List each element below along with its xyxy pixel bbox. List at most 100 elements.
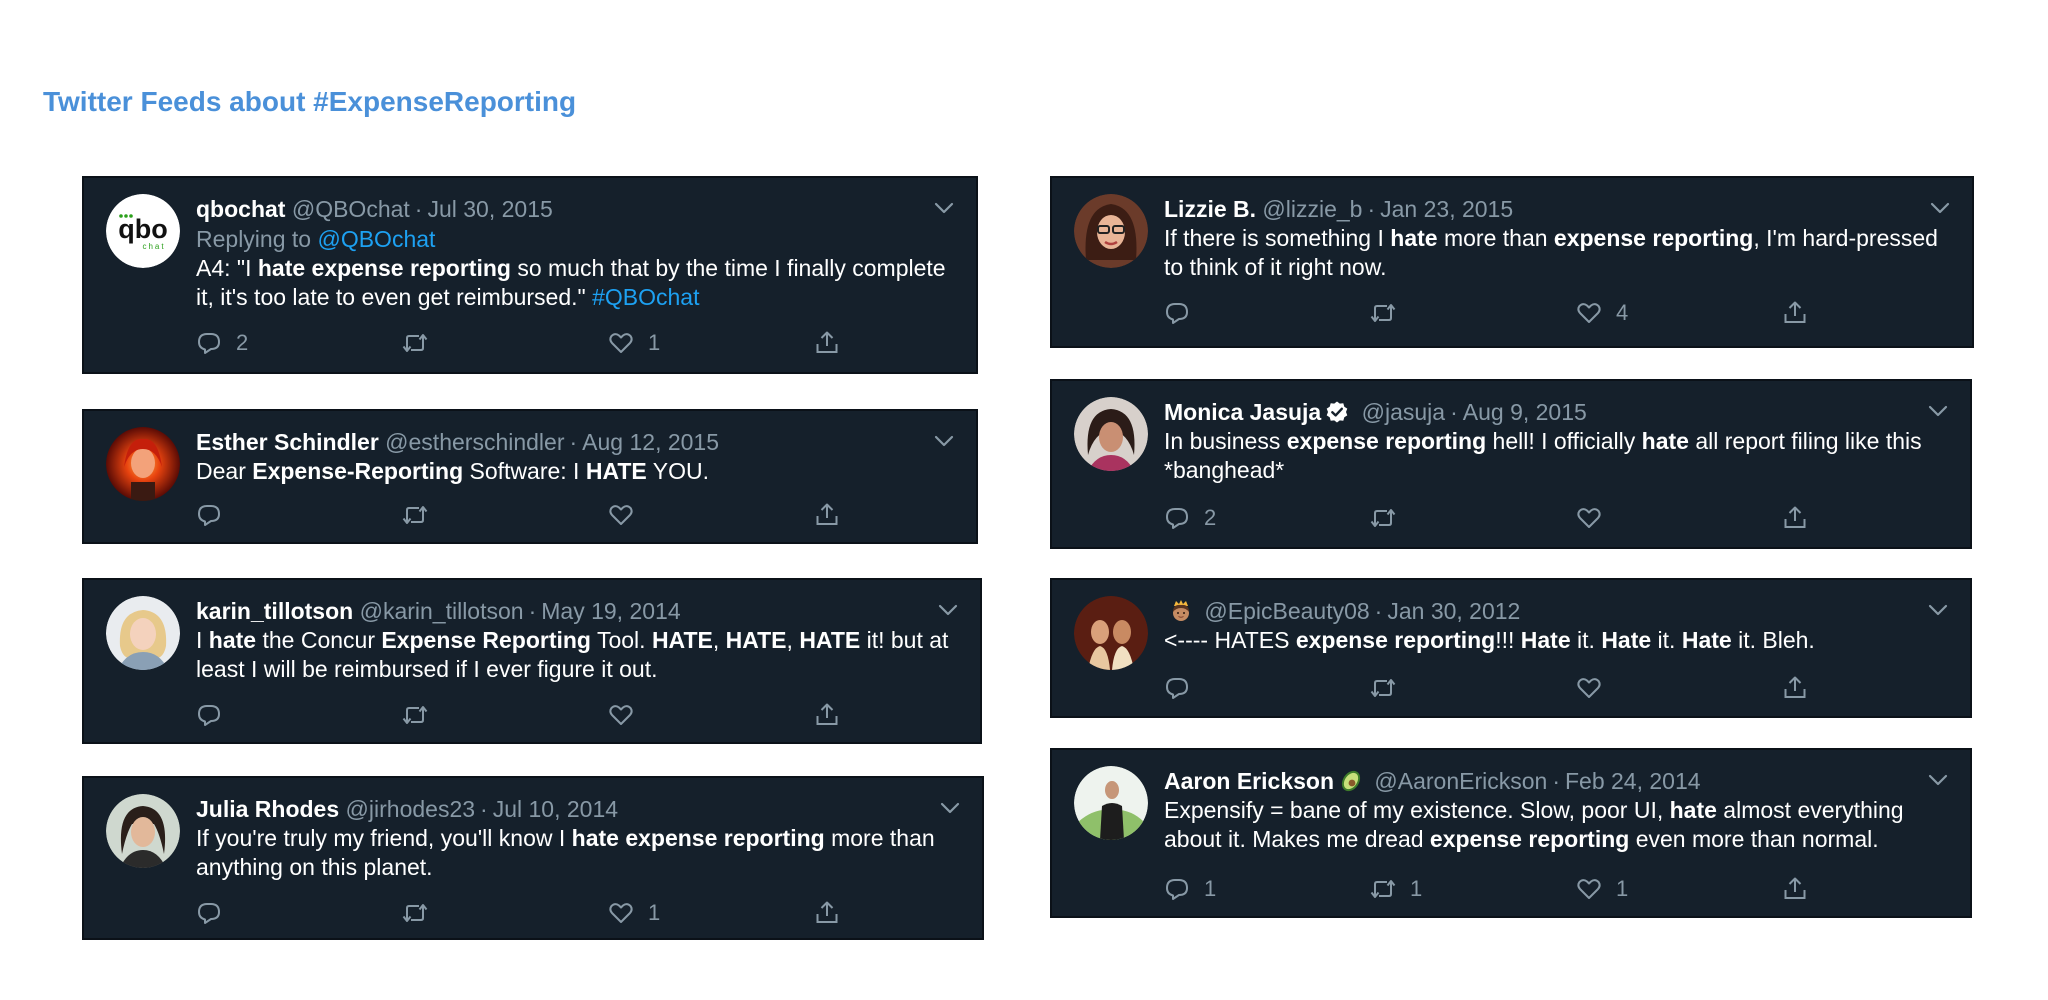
- tweet-card[interactable]: Aaron Erickson @AaronErickson · Feb 24, 20…: [1050, 748, 1972, 918]
- like-button[interactable]: [1576, 673, 1616, 703]
- avatar[interactable]: [1074, 596, 1148, 670]
- tweet-card[interactable]: @EpicBeauty08 · Jan 30, 2012 <---- HATES e…: [1050, 578, 1972, 718]
- share-button[interactable]: [814, 700, 840, 730]
- bold-text: HATE: [585, 458, 647, 484]
- retweet-button[interactable]: [402, 898, 442, 928]
- like-button[interactable]: [1576, 503, 1616, 533]
- tweet-card[interactable]: karin_tillotson @karin_tillotson · May 19,…: [82, 578, 982, 744]
- reply-button[interactable]: [196, 500, 236, 530]
- user-name[interactable]: Julia Rhodes: [196, 796, 339, 822]
- tweet-date[interactable]: May 19, 2014: [541, 598, 680, 624]
- reply-count: 2: [1204, 505, 1217, 530]
- chevron-down-icon[interactable]: [1928, 604, 1948, 616]
- retweet-button[interactable]: [402, 328, 442, 358]
- retweet-button[interactable]: [1370, 673, 1410, 703]
- user-handle[interactable]: @QBOchat: [292, 196, 410, 222]
- tweet-header: Esther Schindler @estherschindler · Aug 12…: [196, 429, 720, 455]
- avatar[interactable]: [106, 427, 180, 501]
- tweet-text: A4: "I hate expense reporting so much th…: [196, 254, 946, 312]
- reply-button[interactable]: 2: [1164, 503, 1216, 533]
- reply-button[interactable]: [1164, 673, 1204, 703]
- bold-text: expense reporting: [1286, 428, 1487, 454]
- user-name[interactable]: Lizzie B.: [1164, 196, 1256, 222]
- share-button[interactable]: [1782, 298, 1808, 328]
- share-icon: [1782, 675, 1808, 701]
- like-button[interactable]: 1: [608, 898, 660, 928]
- like-button[interactable]: 1: [1576, 874, 1628, 904]
- like-button[interactable]: [608, 500, 648, 530]
- tweet-card[interactable]: Monica Jasuja @jasuja · Aug 9, 2015 In bus…: [1050, 379, 1972, 549]
- chevron-down-icon[interactable]: [1928, 774, 1948, 786]
- tweet-actions: 4: [1164, 298, 1942, 328]
- text-run: it.: [1651, 627, 1682, 653]
- reply-button[interactable]: [196, 898, 236, 928]
- hashtag-link[interactable]: #QBOchat: [592, 284, 699, 310]
- user-handle[interactable]: @karin_tillotson: [360, 598, 524, 624]
- text-run: the Concur: [256, 627, 382, 653]
- user-name[interactable]: Aaron Erickson: [1164, 768, 1334, 794]
- retweet-button[interactable]: [1370, 298, 1410, 328]
- tweet-card[interactable]: Lizzie B. @lizzie_b · Jan 23, 2015 If ther…: [1050, 176, 1974, 348]
- chevron-down-icon[interactable]: [934, 202, 954, 214]
- tweet-card[interactable]: Esther Schindler @estherschindler · Aug 12…: [82, 409, 978, 544]
- avatar[interactable]: [1074, 397, 1148, 471]
- svg-text:chat: chat: [142, 242, 165, 251]
- avatar[interactable]: [1074, 194, 1148, 268]
- chevron-down-icon[interactable]: [934, 435, 954, 447]
- tweet-date[interactable]: Jan 23, 2015: [1380, 196, 1513, 222]
- tweet-date[interactable]: Aug 9, 2015: [1463, 399, 1587, 425]
- reply-button[interactable]: 2: [196, 328, 248, 358]
- retweet-button[interactable]: 1: [1370, 874, 1422, 904]
- tweet-header: Aaron Erickson @AaronErickson · Feb 24, 20…: [1164, 768, 1701, 794]
- share-button[interactable]: [814, 328, 840, 358]
- share-button[interactable]: [814, 898, 840, 928]
- text-run: Software: I: [463, 458, 586, 484]
- user-handle[interactable]: @EpicBeauty08: [1204, 598, 1369, 624]
- retweet-button[interactable]: [402, 700, 442, 730]
- tweet-date[interactable]: Feb 24, 2014: [1565, 768, 1701, 794]
- share-button[interactable]: [814, 500, 840, 530]
- share-button[interactable]: [1782, 874, 1808, 904]
- avatar[interactable]: [1074, 766, 1148, 840]
- avatar[interactable]: qbo chat: [106, 194, 180, 268]
- tweet-card[interactable]: qbo chat qbochat @QBOchat · Jul 30, 2015 R…: [82, 176, 978, 374]
- tweet-actions: [1164, 673, 1940, 703]
- heart-icon: [1576, 675, 1602, 701]
- user-name[interactable]: karin_tillotson: [196, 598, 353, 624]
- user-name[interactable]: qbochat: [196, 196, 285, 222]
- tweet-date[interactable]: Jul 30, 2015: [427, 196, 552, 222]
- like-button[interactable]: 4: [1576, 298, 1628, 328]
- reply-button[interactable]: 1: [1164, 874, 1216, 904]
- like-button[interactable]: [608, 700, 648, 730]
- page-title: Twitter Feeds about #ExpenseReporting: [43, 86, 577, 117]
- user-name[interactable]: Esther Schindler: [196, 429, 379, 455]
- bold-text: hate: [208, 627, 257, 653]
- reply-button[interactable]: [196, 700, 236, 730]
- tweet-date[interactable]: Jan 30, 2012: [1387, 598, 1520, 624]
- user-handle[interactable]: @AaronErickson: [1374, 768, 1547, 794]
- like-button[interactable]: 1: [608, 328, 660, 358]
- retweet-button[interactable]: [402, 500, 442, 530]
- retweet-button[interactable]: [1370, 503, 1410, 533]
- tweet-card[interactable]: Julia Rhodes @jirhodes23 · Jul 10, 2014 If…: [82, 776, 984, 940]
- tweet-date[interactable]: Jul 10, 2014: [493, 796, 618, 822]
- user-name[interactable]: Monica Jasuja: [1164, 399, 1321, 425]
- heart-icon: [608, 330, 634, 356]
- share-button[interactable]: [1782, 673, 1808, 703]
- share-button[interactable]: [1782, 503, 1808, 533]
- user-handle[interactable]: @jirhodes23: [346, 796, 475, 822]
- avatar[interactable]: [106, 596, 180, 670]
- user-handle[interactable]: @jasuja: [1362, 399, 1445, 425]
- chevron-down-icon[interactable]: [940, 802, 960, 814]
- chevron-down-icon[interactable]: [938, 604, 958, 616]
- user-handle[interactable]: @estherschindler: [385, 429, 564, 455]
- retweet-icon: [1370, 300, 1396, 326]
- user-handle[interactable]: @lizzie_b: [1262, 196, 1362, 222]
- tweet-date[interactable]: Aug 12, 2015: [582, 429, 719, 455]
- chevron-down-icon[interactable]: [1928, 405, 1948, 417]
- reply-mention-link[interactable]: @QBOchat: [317, 226, 435, 252]
- avatar[interactable]: [106, 794, 180, 868]
- chevron-down-icon[interactable]: [1930, 202, 1950, 214]
- tweet-actions: [196, 700, 950, 730]
- reply-button[interactable]: [1164, 298, 1204, 328]
